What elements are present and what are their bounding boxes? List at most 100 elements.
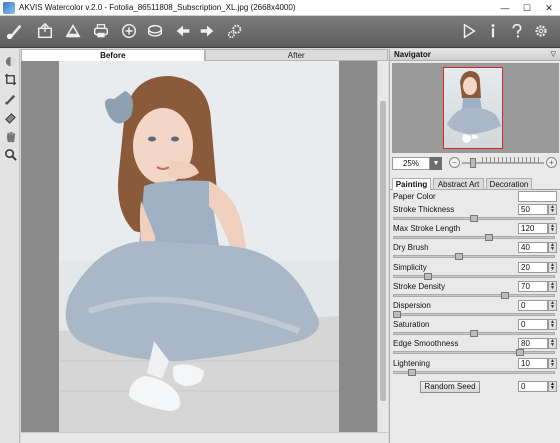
stroke-density-slider-track[interactable] — [393, 293, 555, 297]
tab-before[interactable]: Before — [21, 49, 205, 61]
dispersion-spinner[interactable]: ▲ ▼ — [548, 299, 557, 311]
preferences-icon[interactable] — [530, 20, 552, 42]
before-after-icon[interactable] — [2, 53, 18, 69]
saturation-slider-handle[interactable] — [470, 330, 478, 338]
run-icon[interactable] — [458, 20, 480, 42]
simplicity-slider-handle[interactable] — [423, 272, 432, 280]
random-seed-spinner[interactable]: ▲ ▼ — [548, 381, 557, 392]
stroke-density-spinner[interactable]: ▲ ▼ — [548, 280, 557, 292]
brush-icon[interactable] — [2, 90, 18, 106]
main-toolbar — [0, 16, 560, 48]
settings-gear-icon[interactable] — [224, 20, 246, 42]
edge-smoothness-input[interactable]: 80 — [518, 338, 548, 350]
lightening-spinner[interactable]: ▲ ▼ — [548, 357, 557, 369]
edge-smoothness-label: Edge Smoothness — [393, 339, 459, 349]
info-icon[interactable] — [482, 20, 504, 42]
stroke-density-input[interactable]: 70 — [518, 280, 548, 292]
canvas-horizontal-scrollbar[interactable] — [21, 432, 388, 443]
collapse-arrow-icon[interactable]: ▽ — [551, 49, 556, 61]
max-stroke-length-input[interactable]: 120 — [518, 223, 548, 235]
close-button[interactable]: ✕ — [538, 0, 560, 16]
simplicity-input[interactable]: 20 — [518, 261, 548, 273]
zoom-slider-ticks — [482, 157, 542, 163]
dispersion-slider-handle[interactable] — [393, 310, 401, 318]
zoom-controls: 25% ▼ − + — [392, 157, 559, 171]
dry-brush-slider-handle[interactable] — [454, 253, 463, 261]
app-icon — [3, 1, 15, 14]
redo-icon[interactable] — [196, 20, 218, 42]
settings-panel: Navigator ▽ 25% ▼ − + Painting Abstract … — [389, 49, 560, 443]
zoom-in-button[interactable]: + — [546, 157, 557, 168]
maximize-button[interactable]: ☐ — [516, 0, 538, 16]
crop-icon[interactable] — [2, 71, 18, 87]
random-seed-input[interactable]: 0 — [518, 381, 548, 392]
share-icon[interactable] — [118, 20, 140, 42]
param-row: Stroke Thickness 50 ▲ ▼ — [390, 204, 560, 223]
paper-color-label: Paper Color — [393, 192, 436, 201]
tab-abstract-art[interactable]: Abstract Art — [433, 178, 484, 190]
title-bar: AKVIS Watercolor v.2.0 - Fotolia_8651180… — [0, 0, 560, 16]
saturation-spinner[interactable]: ▲ ▼ — [548, 319, 557, 331]
undo-icon[interactable] — [172, 20, 194, 42]
edge-smoothness-spinner[interactable]: ▲ ▼ — [548, 338, 557, 350]
window-controls: — ☐ ✕ — [494, 0, 560, 16]
tab-painting[interactable]: Painting — [392, 178, 431, 190]
max-stroke-length-spinner[interactable]: ▲ ▼ — [548, 223, 557, 235]
settings-tabs: Painting Abstract Art Decoration — [390, 177, 560, 190]
open-image-icon[interactable] — [34, 20, 56, 42]
zoom-icon[interactable] — [2, 146, 18, 162]
tab-decoration[interactable]: Decoration — [486, 178, 532, 190]
view-tabs: Before After — [21, 49, 388, 61]
help-icon[interactable] — [506, 20, 528, 42]
edge-smoothness-slider-handle[interactable] — [516, 349, 525, 357]
navigator-viewport-frame[interactable] — [443, 67, 503, 149]
stroke-thickness-label: Stroke Thickness — [393, 205, 455, 214]
image-canvas[interactable] — [21, 61, 377, 432]
simplicity-label: Simplicity — [393, 262, 427, 272]
lightening-input[interactable]: 10 — [518, 357, 548, 369]
param-row: Stroke Density 70 ▲ ▼ — [390, 280, 560, 300]
batch-icon[interactable] — [144, 20, 166, 42]
paper-color-row: Paper Color — [390, 191, 560, 204]
edge-smoothness-slider-track[interactable] — [393, 351, 555, 355]
minimize-button[interactable]: — — [494, 0, 516, 16]
eraser-icon[interactable] — [2, 109, 18, 125]
save-image-icon[interactable] — [62, 20, 84, 42]
stroke-density-label: Stroke Density — [393, 281, 446, 291]
navigator-preview[interactable] — [392, 63, 559, 153]
navigator-header: Navigator ▽ — [390, 49, 560, 61]
random-seed-button[interactable]: Random Seed — [420, 381, 480, 393]
stroke-thickness-input[interactable]: 50 — [518, 204, 548, 215]
max-stroke-length-slider-handle[interactable] — [485, 234, 494, 242]
simplicity-spinner[interactable]: ▲ ▼ — [548, 261, 557, 273]
dry-brush-input[interactable]: 40 — [518, 242, 548, 254]
lightening-slider-track[interactable] — [393, 370, 555, 374]
param-row: Dispersion 0 ▲ ▼ — [390, 299, 560, 319]
zoom-out-button[interactable]: − — [449, 157, 460, 168]
print-icon[interactable] — [90, 20, 112, 42]
stroke-thickness-slider-handle[interactable] — [470, 215, 478, 222]
zoom-dropdown-icon[interactable]: ▼ — [430, 157, 442, 170]
dispersion-input[interactable]: 0 — [518, 299, 548, 311]
tab-after[interactable]: After — [204, 49, 388, 61]
hand-icon[interactable] — [2, 128, 18, 144]
paper-color-swatch[interactable] — [518, 191, 557, 202]
dry-brush-slider-track[interactable] — [393, 255, 555, 259]
simplicity-slider-track[interactable] — [393, 274, 555, 278]
stroke-density-slider-handle[interactable] — [500, 291, 509, 299]
stroke-thickness-spinner[interactable]: ▲ ▼ — [548, 204, 557, 215]
zoom-slider-handle[interactable] — [469, 158, 476, 168]
zoom-input[interactable]: 25% — [392, 157, 430, 170]
painting-parameters: Paper Color Stroke Thickness 50 ▲ ▼ Max Stro… — [390, 191, 560, 377]
canvas-vertical-scrollbar[interactable] — [377, 61, 388, 432]
lightening-slider-handle[interactable] — [408, 368, 417, 376]
dispersion-slider-track[interactable] — [393, 312, 555, 316]
scrollbar-thumb[interactable] — [380, 101, 386, 401]
random-seed-row: Random Seed 0 ▲ ▼ — [390, 381, 560, 395]
max-stroke-length-slider-track[interactable] — [393, 236, 555, 240]
saturation-input[interactable]: 0 — [518, 319, 548, 331]
lightening-label: Lightening — [393, 358, 430, 368]
param-row: Simplicity 20 ▲ ▼ — [390, 261, 560, 281]
saturation-label: Saturation — [393, 320, 430, 330]
dry-brush-spinner[interactable]: ▲ ▼ — [548, 242, 557, 254]
